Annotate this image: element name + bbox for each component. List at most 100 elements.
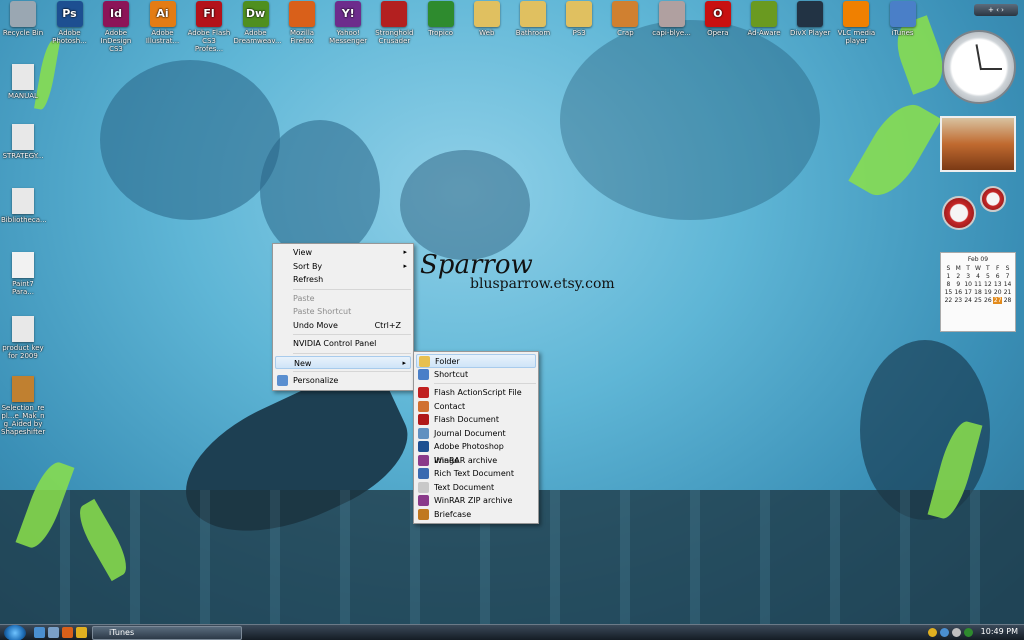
messenger-quicklaunch-icon[interactable]: [76, 627, 87, 638]
calendar-day[interactable]: 22: [944, 297, 953, 304]
calendar-day[interactable]: 9: [954, 281, 963, 288]
menu-item-undo-move[interactable]: Undo Move Ctrl+Z: [275, 319, 411, 333]
calendar-day[interactable]: 8: [944, 281, 953, 288]
firefox-quicklaunch-icon[interactable]: [62, 627, 73, 638]
calendar-day[interactable]: 6: [993, 273, 1002, 280]
desktop-icon[interactable]: DivX Player: [788, 1, 832, 37]
folder-icon: [520, 1, 546, 27]
desktop-icon[interactable]: Id Adobe InDesign CS3: [94, 1, 138, 53]
menu-item-shortcut[interactable]: Shortcut: [416, 368, 536, 382]
calendar-day[interactable]: 26: [983, 297, 992, 304]
menu-item-winrar-archive[interactable]: WinRAR archive: [416, 454, 536, 468]
desktop-icon-label: Yahoo! Messenger: [329, 29, 368, 45]
sidebar-controls[interactable]: + ‹ ›: [974, 4, 1018, 16]
calendar-day[interactable]: 4: [974, 273, 983, 280]
tray-volume-icon[interactable]: [952, 628, 961, 637]
tray-network-icon[interactable]: [940, 628, 949, 637]
tropico-icon: [427, 1, 454, 27]
desktop-icon[interactable]: Paint7 Para...: [1, 252, 45, 296]
calendar-day[interactable]: 15: [944, 289, 953, 296]
calendar-day[interactable]: 11: [974, 281, 983, 288]
desktop-icon[interactable]: O Opera: [696, 1, 740, 37]
menu-item-briefcase[interactable]: Briefcase: [416, 508, 536, 522]
menu-item-paste[interactable]: Paste: [275, 292, 411, 306]
recycle-bin-icon: [10, 1, 36, 27]
desktop-icon[interactable]: Selection_re pl...e_Mak_n g_Aided by Sha…: [1, 376, 45, 436]
desktop-icon[interactable]: Recycle Bin: [1, 1, 45, 37]
wallpaper-url: blusparrow.etsy.com: [470, 276, 615, 292]
desktop-icon[interactable]: Tropico: [419, 1, 463, 37]
desktop-icon[interactable]: iTunes: [881, 1, 925, 37]
desktop-icon[interactable]: Stronghold Crusader: [372, 1, 416, 45]
clock-gadget[interactable]: [942, 30, 1016, 104]
calendar-day[interactable]: 5: [983, 273, 992, 280]
slideshow-gadget[interactable]: [940, 116, 1016, 172]
taskbar-clock[interactable]: 10:49 PM: [981, 627, 1018, 636]
calendar-day[interactable]: 24: [964, 297, 973, 304]
calendar-day[interactable]: 21: [1003, 289, 1012, 296]
calendar-day[interactable]: 2: [954, 273, 963, 280]
menu-item-flash-actionscript-file[interactable]: Flash ActionScript File: [416, 386, 536, 400]
desktop-icon[interactable]: Fl Adobe Flash CS3 Profes...: [187, 1, 231, 53]
calendar-day[interactable]: 7: [1003, 273, 1012, 280]
desktop-icon[interactable]: Y! Yahoo! Messenger: [326, 1, 370, 45]
calendar-day[interactable]: 17: [964, 289, 973, 296]
calendar-day[interactable]: 23: [954, 297, 963, 304]
desktop-icon[interactable]: Bibliotheca...: [1, 188, 47, 224]
menu-item-new[interactable]: New ▸: [275, 355, 411, 369]
desktop-icon[interactable]: Ai Adobe Illustrat...: [141, 1, 185, 45]
calendar-day[interactable]: 10: [964, 281, 973, 288]
calendar-day[interactable]: 16: [954, 289, 963, 296]
briefcase-icon: [418, 508, 429, 520]
taskbar-button-itunes[interactable]: iTunes: [92, 626, 242, 640]
desktop-icon[interactable]: Ad-Aware: [742, 1, 786, 37]
calendar-day[interactable]: 12: [983, 281, 992, 288]
desktop-icon[interactable]: Mozilla Firefox: [280, 1, 324, 45]
cpu-meter-gadget[interactable]: [942, 196, 976, 230]
menu-item-text-document[interactable]: Text Document: [416, 481, 536, 495]
menu-item-personalize[interactable]: Personalize: [275, 374, 411, 388]
desktop-icon[interactable]: MANUAL: [1, 64, 45, 100]
menu-item-winrar-zip-archive[interactable]: WinRAR ZIP archive: [416, 494, 536, 508]
desktop-icon[interactable]: Dw Adobe Dreamweav...: [234, 1, 282, 45]
firefox-icon: [289, 1, 315, 27]
desktop-icon[interactable]: Bathroom: [511, 1, 555, 37]
menu-item-refresh[interactable]: Refresh: [275, 273, 411, 287]
desktop-icon[interactable]: VLC media player: [834, 1, 878, 45]
desktop-icon[interactable]: product key for 2009: [1, 316, 45, 360]
calendar-day[interactable]: 28: [1003, 297, 1012, 304]
calendar-day[interactable]: 14: [1003, 281, 1012, 288]
menu-item-paste-shortcut[interactable]: Paste Shortcut: [275, 305, 411, 319]
calendar-day[interactable]: 27: [993, 297, 1003, 304]
tray-messenger-icon[interactable]: [928, 628, 937, 637]
calendar-day[interactable]: 1: [944, 273, 953, 280]
menu-item-flash-document[interactable]: Flash Document: [416, 413, 536, 427]
menu-item-view[interactable]: View ▸: [275, 246, 411, 260]
calendar-day[interactable]: 18: [974, 289, 983, 296]
menu-item-rich-text-document[interactable]: Rich Text Document: [416, 467, 536, 481]
menu-item-adobe-photoshop-image[interactable]: Adobe Photoshop Image: [416, 440, 536, 465]
menu-item-label: New: [294, 358, 312, 368]
calendar-day[interactable]: 3: [964, 273, 973, 280]
desktop-icon[interactable]: PS3: [557, 1, 601, 37]
desktop-icon[interactable]: STRATEGY...: [1, 124, 45, 160]
calendar-gadget[interactable]: Feb 09 S M T W T F S 1 2 3 4 5 6 7 8 9 10 11 12 13 14 15 16 17 1…: [940, 252, 1016, 332]
menu-item-journal-document[interactable]: Journal Document: [416, 427, 536, 441]
menu-item-nvidia-control-panel[interactable]: NVIDIA Control Panel: [275, 337, 411, 351]
start-button[interactable]: [4, 625, 26, 640]
menu-item-folder[interactable]: Folder: [416, 354, 536, 368]
desktop-icon[interactable]: Web: [465, 1, 509, 37]
calendar-day[interactable]: 13: [993, 281, 1002, 288]
tray-security-icon[interactable]: [964, 628, 973, 637]
calendar-day[interactable]: 25: [974, 297, 983, 304]
menu-item-contact[interactable]: Contact: [416, 400, 536, 414]
memory-meter-gadget[interactable]: [980, 186, 1006, 212]
desktop-icon[interactable]: Crap: [603, 1, 647, 37]
show-desktop-icon[interactable]: [34, 627, 45, 638]
desktop-icon[interactable]: Ps Adobe Photosh...: [48, 1, 92, 45]
menu-item-sort-by[interactable]: Sort By ▸: [275, 260, 411, 274]
calendar-day[interactable]: 20: [993, 289, 1002, 296]
desktop-icon[interactable]: capi-blye...: [650, 1, 694, 37]
switch-windows-icon[interactable]: [48, 627, 59, 638]
calendar-day[interactable]: 19: [983, 289, 992, 296]
